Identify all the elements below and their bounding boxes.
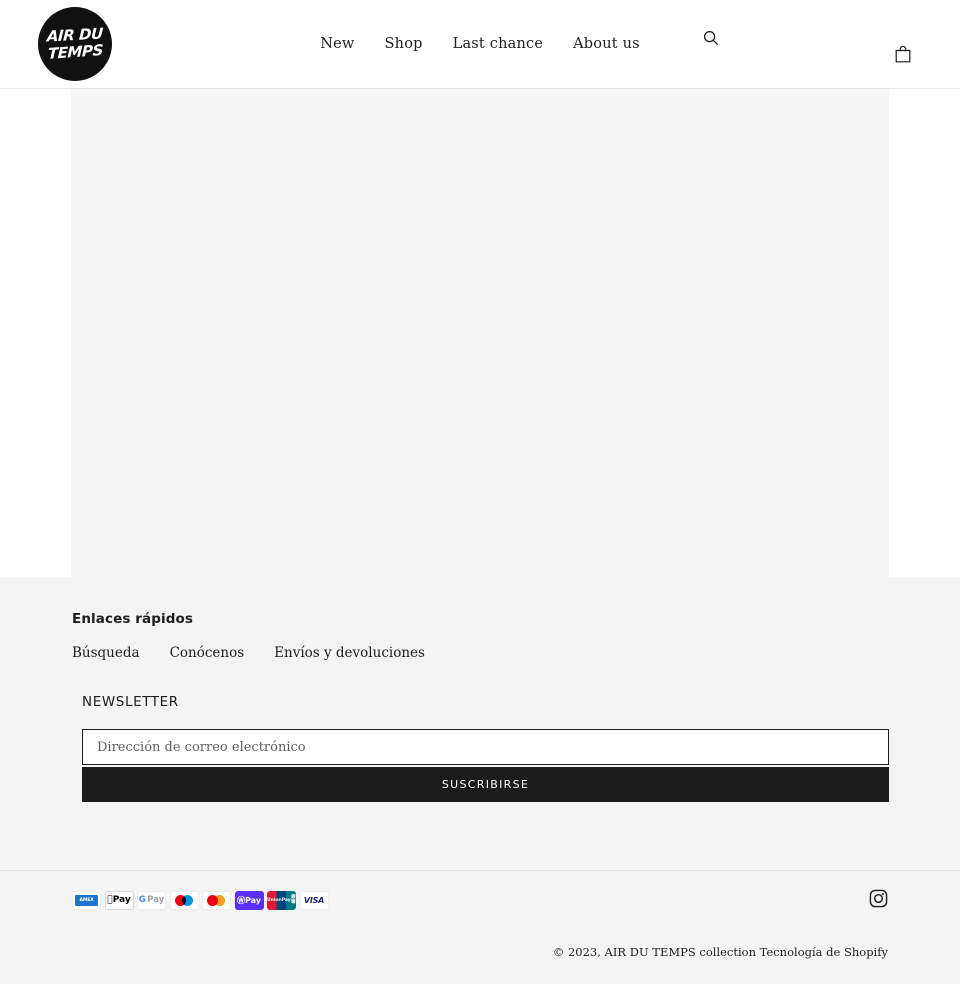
search-button[interactable] xyxy=(697,25,725,53)
nav-item-last-chance[interactable]: Last chance xyxy=(438,36,559,52)
payment-icon-apple-pay: Pay xyxy=(104,890,134,910)
apple-pay-label: Pay xyxy=(109,895,131,905)
footer-inner: Enlaces rápidos Búsqueda Conócenos Envío… xyxy=(0,577,960,802)
newsletter-submit-button[interactable]: SUSCRIBIRSE xyxy=(82,767,889,802)
content-placeholder-block xyxy=(71,89,889,577)
quick-links-list: Búsqueda Conócenos Envíos y devoluciones xyxy=(72,645,888,661)
newsletter-section: NEWSLETTER SUSCRIBIRSE xyxy=(72,694,889,802)
payment-icon-union-pay: UnionPay 銀聯 xyxy=(267,890,296,910)
unionpay-line-2: 銀聯 xyxy=(291,895,296,905)
payment-icon-google-pay: G Pay xyxy=(137,890,166,910)
google-pay-label: Pay xyxy=(147,895,165,905)
payment-icon-shop-pay: Ⓦ Pay xyxy=(234,890,264,910)
nav-item-about-us[interactable]: About us xyxy=(558,36,655,52)
unionpay-line-1: UnionPay xyxy=(267,897,291,903)
payment-icon-mastercard xyxy=(202,890,231,910)
main-navigation: New Shop Last chance About us xyxy=(0,36,960,52)
footer-link-envios-devoluciones[interactable]: Envíos y devoluciones xyxy=(274,645,425,661)
newsletter-email-input[interactable] xyxy=(82,729,889,765)
maestro-circle-right xyxy=(181,894,193,906)
shopping-bag-icon xyxy=(895,45,911,66)
powered-by-shopify-link[interactable]: Tecnología de Shopify xyxy=(760,945,888,959)
copyright-text: © 2023, AIR DU TEMPS collection xyxy=(552,945,756,959)
payment-icon-maestro xyxy=(169,890,199,910)
site-header: AIR DU TEMPS New Shop Last chance About … xyxy=(0,0,960,89)
nav-item-shop[interactable]: Shop xyxy=(370,36,438,52)
social-link-instagram[interactable] xyxy=(868,889,888,912)
amex-label: AMEX xyxy=(75,894,98,906)
instagram-icon xyxy=(869,889,888,912)
shop-pay-mark-icon: Ⓦ xyxy=(236,895,245,905)
footer-link-busqueda[interactable]: Búsqueda xyxy=(72,645,140,661)
footer-link-conocenos[interactable]: Conócenos xyxy=(170,645,245,661)
cart-button[interactable] xyxy=(890,42,916,68)
shop-pay-label: Pay xyxy=(244,895,261,905)
main-content xyxy=(0,89,960,577)
nav-item-new[interactable]: New xyxy=(305,36,369,52)
visa-label: VISA xyxy=(303,895,325,905)
copyright-row: © 2023, AIR DU TEMPS collection Tecnolog… xyxy=(72,929,888,959)
site-footer: Enlaces rápidos Búsqueda Conócenos Envío… xyxy=(0,577,960,984)
payment-methods-row: AMEX Pay GPay ⓌPay UnionPay 銀聯 xyxy=(72,871,888,929)
google-g-label: G xyxy=(138,895,146,905)
newsletter-form: SUSCRIBIRSE xyxy=(82,729,889,802)
quick-links-heading: Enlaces rápidos xyxy=(72,611,193,627)
search-icon xyxy=(703,30,719,49)
mastercard-circle-right xyxy=(214,894,225,906)
footer-bottom-bar: AMEX Pay GPay ⓌPay UnionPay 銀聯 xyxy=(0,870,960,959)
payment-icon-american-express: AMEX xyxy=(72,890,101,910)
payment-icon-visa: VISA xyxy=(299,890,329,910)
newsletter-title: NEWSLETTER xyxy=(82,694,179,710)
social-links xyxy=(868,889,888,912)
